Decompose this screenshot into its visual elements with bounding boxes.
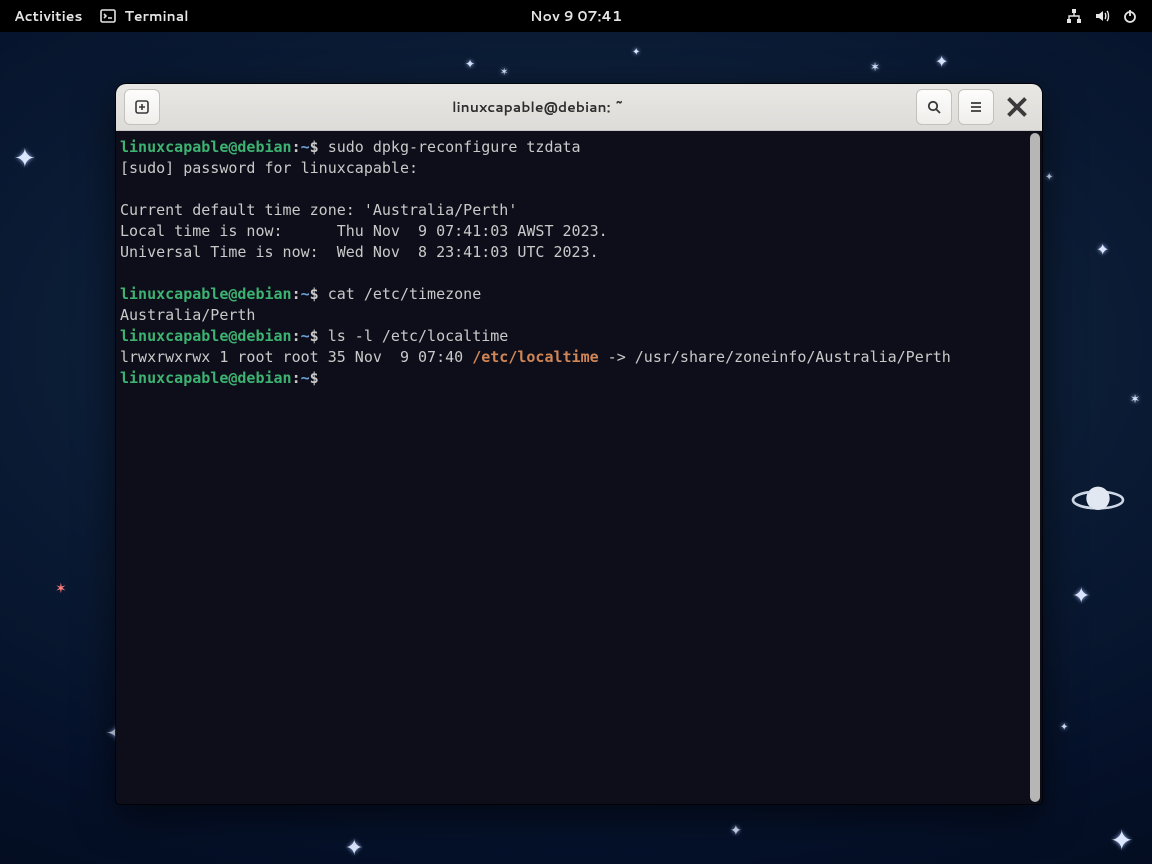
output-line: Australia/Perth	[120, 306, 255, 324]
star-icon: ✦	[1045, 170, 1053, 184]
gnome-topbar: Activities Terminal Nov 9 07:41	[0, 0, 1152, 32]
close-button[interactable]	[1000, 90, 1034, 124]
output-line: Local time is now: Thu Nov 9 07:41:03 AW…	[120, 222, 608, 240]
star-icon: ✦	[935, 50, 948, 73]
command-3: ls -l /etc/localtime	[319, 327, 509, 345]
planet-icon	[1070, 480, 1126, 520]
terminal-scrollbar[interactable]	[1030, 133, 1040, 802]
terminal-content[interactable]: linuxcapable@debian:~$ sudo dpkg-reconfi…	[116, 131, 1042, 804]
current-app-indicator[interactable]: Terminal	[100, 6, 188, 26]
terminal-app-icon	[100, 8, 116, 24]
clock[interactable]: Nov 9 07:41	[530, 6, 622, 26]
star-icon: ✦	[1110, 820, 1133, 860]
star-icon: ✶	[870, 58, 880, 75]
terminal-window: linuxcapable@debian: ~ linuxcapable@debi…	[116, 84, 1042, 804]
prompt-user-host: linuxcapable@debian	[120, 327, 292, 345]
window-title: linuxcapable@debian: ~	[166, 97, 910, 117]
command-1: sudo dpkg-reconfigure tzdata	[319, 138, 581, 156]
star-icon: ✦	[730, 820, 742, 840]
star-icon: ✦	[345, 832, 363, 863]
prompt-user-host: linuxcapable@debian	[120, 138, 292, 156]
current-app-label: Terminal	[124, 6, 188, 26]
star-icon: ✦	[1072, 580, 1090, 611]
star-icon: ✦	[465, 55, 475, 72]
output-line: Universal Time is now: Wed Nov 8 23:41:0…	[120, 243, 599, 261]
hamburger-menu-button[interactable]	[958, 89, 994, 125]
symlink-path: /etc/localtime	[472, 348, 598, 366]
star-icon: ✦	[1060, 720, 1068, 734]
star-icon: ✦	[1096, 238, 1109, 261]
output-line: -> /usr/share/zoneinfo/Australia/Perth	[599, 348, 951, 366]
window-titlebar[interactable]: linuxcapable@debian: ~	[116, 84, 1042, 131]
prompt-user-host: linuxcapable@debian	[120, 285, 292, 303]
output-line: Current default time zone: 'Australia/Pe…	[120, 201, 517, 219]
command-4	[319, 369, 328, 387]
star-icon: ✶	[1130, 390, 1140, 407]
output-line: [sudo] password for linuxcapable:	[120, 159, 427, 177]
volume-icon[interactable]	[1094, 8, 1110, 24]
output-line: lrwxrwxrwx 1 root root 35 Nov 9 07:40	[120, 348, 472, 366]
network-icon[interactable]	[1066, 8, 1082, 24]
star-icon: ✶	[55, 578, 67, 598]
star-icon: ✶	[500, 65, 508, 79]
search-button[interactable]	[916, 89, 952, 125]
activities-button[interactable]: Activities	[14, 6, 82, 26]
prompt-user-host: linuxcapable@debian	[120, 369, 292, 387]
command-2: cat /etc/timezone	[319, 285, 482, 303]
power-icon[interactable]	[1122, 8, 1138, 24]
star-icon: ✦	[14, 140, 36, 176]
star-icon: ✦	[632, 45, 640, 59]
new-tab-button[interactable]	[124, 89, 160, 125]
